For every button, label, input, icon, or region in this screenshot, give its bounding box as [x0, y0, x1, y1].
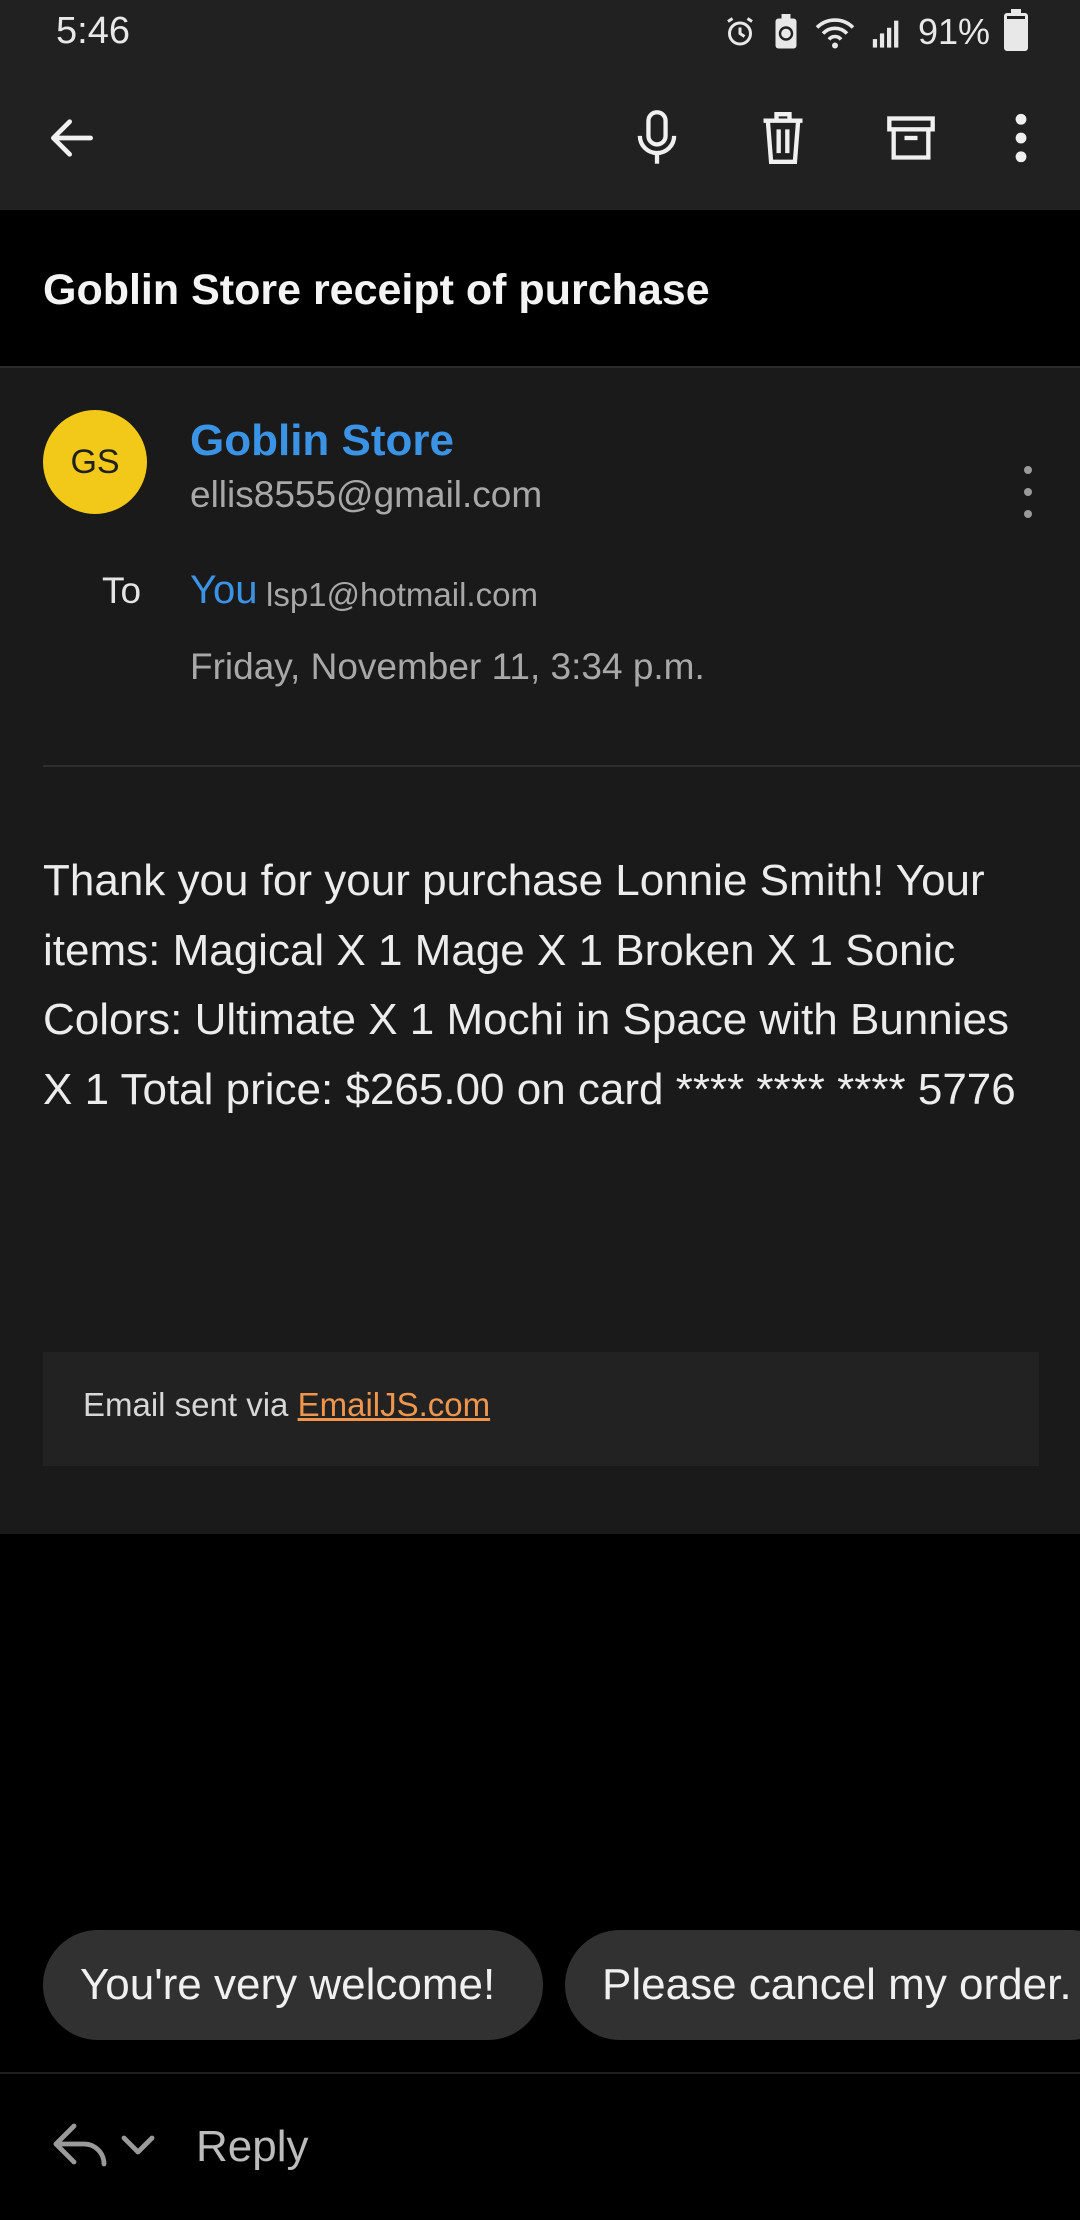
- status-icons: 91%: [722, 9, 1028, 54]
- footer-prefix: Email sent via: [83, 1386, 298, 1423]
- more-vert-icon: [1015, 113, 1027, 163]
- more-dot-icon: [1024, 510, 1032, 518]
- battery-icon: [1004, 9, 1028, 51]
- footer-text: Email sent via EmailJS.com: [83, 1386, 490, 1424]
- back-arrow-icon: [51, 119, 93, 157]
- archive-icon: [887, 116, 935, 160]
- delete-button[interactable]: [745, 100, 821, 176]
- message-more-options-button[interactable]: [1010, 466, 1046, 518]
- recycle-battery-icon: [775, 14, 797, 49]
- reply-button[interactable]: Reply: [196, 2122, 309, 2172]
- more-dot-icon: [1024, 488, 1032, 496]
- email-subject: Goblin Store receipt of purchase: [43, 266, 710, 314]
- reply-icon[interactable]: [50, 2118, 110, 2174]
- battery-percent: 91%: [917, 11, 990, 52]
- alarm-icon: [727, 17, 753, 46]
- sender-name[interactable]: Goblin Store: [190, 416, 454, 466]
- back-button[interactable]: [34, 100, 110, 176]
- more-dot-icon: [1024, 466, 1032, 474]
- smart-reply-chip[interactable]: Please cancel my order.: [565, 1930, 1080, 2040]
- trash-icon: [763, 112, 803, 164]
- battery-fill: [1007, 18, 1025, 48]
- sender-email: ellis8555@gmail.com: [190, 474, 543, 515]
- email-date: Friday, November 11, 3:34 p.m.: [190, 646, 705, 687]
- signal-icon: [872, 20, 899, 48]
- divider: [0, 2072, 1080, 2074]
- microphone-icon: [637, 110, 677, 164]
- status-time: 5:46: [56, 10, 130, 52]
- archive-button[interactable]: [873, 100, 949, 176]
- more-options-button[interactable]: [983, 100, 1059, 176]
- smart-reply-chip[interactable]: You're very welcome!: [43, 1930, 543, 2040]
- voice-button[interactable]: [619, 100, 695, 176]
- sender-avatar[interactable]: GS: [43, 410, 147, 514]
- recipient-name[interactable]: You: [190, 568, 258, 613]
- email-body: Thank you for your purchase Lonnie Smith…: [43, 856, 1016, 1114]
- divider: [43, 765, 1080, 767]
- to-label: To: [102, 570, 142, 611]
- wifi-icon: [815, 18, 855, 49]
- recipient-email: lsp1@hotmail.com: [266, 576, 538, 613]
- emailjs-link[interactable]: EmailJS.com: [298, 1386, 491, 1423]
- chevron-down-icon[interactable]: [118, 2128, 158, 2164]
